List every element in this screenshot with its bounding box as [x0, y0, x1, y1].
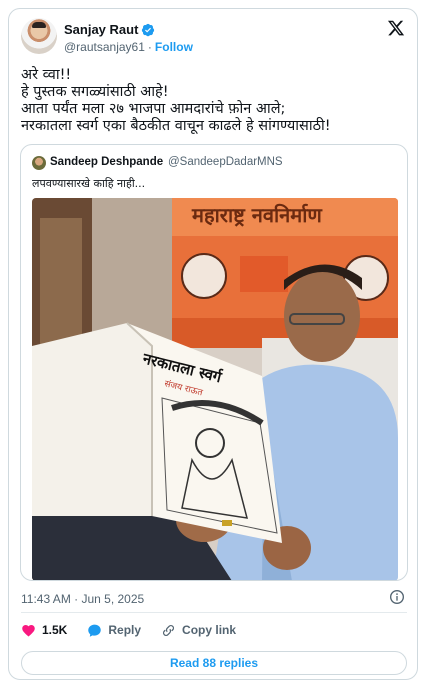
copy-link-button[interactable]: Copy link [161, 623, 236, 638]
link-icon [163, 624, 175, 636]
like-count: 1.5K [42, 623, 68, 637]
tweet-line: आता पर्यंत मला २७ भाजपा आमदारांचे फ़ोन आ… [21, 101, 286, 117]
author-avatar[interactable] [21, 18, 57, 54]
author-handle-row: @rautsanjay61 · Follow [64, 40, 193, 54]
tweet-line: हे पुस्तक सगळ्यांसाठी आहे! [21, 84, 169, 100]
tweet-embed-card[interactable]: Sanjay Raut @rautsanjay61 · Follow अरे व… [8, 8, 418, 680]
handle-separator: · [147, 40, 152, 54]
reply-label: Reply [108, 623, 142, 637]
divider [21, 612, 407, 613]
read-replies-button[interactable]: Read 88 replies [21, 651, 407, 675]
reply-icon [88, 624, 102, 637]
quoted-tweet[interactable]: Sandeep Deshpande @SandeepDadarMNS लपवण्… [20, 144, 408, 581]
quoted-author-name: Sandeep Deshpande [50, 156, 164, 168]
reply-button[interactable]: Reply [87, 623, 141, 638]
quoted-tweet-photo[interactable]: महाराष्ट्र नवनिर्माण नरकातला स्वर्ग संजय… [32, 198, 398, 581]
quoted-tweet-text: लपवण्यासारखे काहि नाही... [32, 177, 146, 190]
tweet-actions: 1.5K Reply Copy link [21, 621, 256, 639]
tweet-timestamp[interactable]: 11:43 AM · Jun 5, 2025 [21, 592, 144, 606]
tweet-text: अरे व्वा!! हे पुस्तक सगळ्यांसाठी आहे! आत… [21, 67, 411, 135]
author-display-name[interactable]: Sanjay Raut [64, 22, 138, 37]
tweet-line: अरे व्वा!! [21, 67, 72, 83]
follow-button[interactable]: Follow [155, 40, 193, 54]
x-logo-icon[interactable] [387, 19, 405, 37]
verified-badge-icon [142, 23, 155, 36]
banner-text: महाराष्ट्र नवनिर्माण [191, 203, 323, 227]
like-button[interactable]: 1.5K [21, 623, 67, 638]
author-name-row[interactable]: Sanjay Raut [64, 22, 155, 37]
heart-icon [22, 624, 35, 636]
tweet-line: नरकातला स्वर्ग एका बैठकीत वाचून काढले हे… [21, 118, 331, 134]
author-handle[interactable]: @rautsanjay61 [64, 40, 145, 54]
quoted-author-avatar [32, 156, 46, 170]
copy-link-label: Copy link [182, 623, 237, 637]
info-icon[interactable] [389, 589, 405, 605]
quoted-author-handle: @SandeepDadarMNS [168, 156, 283, 168]
